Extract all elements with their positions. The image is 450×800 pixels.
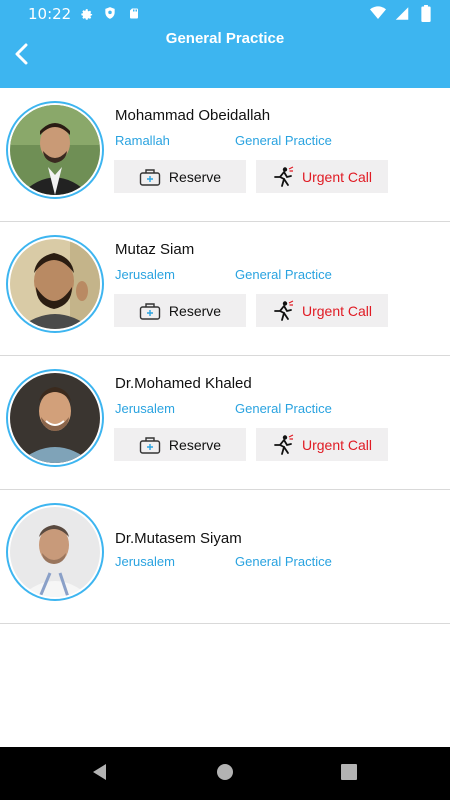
doctor-city: Jerusalem bbox=[115, 267, 175, 282]
reserve-button[interactable]: Reserve bbox=[114, 428, 246, 461]
avatar bbox=[6, 369, 104, 467]
urgent-call-label: Urgent Call bbox=[301, 168, 373, 185]
urgent-call-label: Urgent Call bbox=[301, 302, 373, 319]
doctor-name: Mohammad Obeidallah bbox=[115, 107, 271, 124]
system-nav-bar bbox=[0, 747, 450, 800]
reserve-button[interactable]: Reserve bbox=[114, 294, 246, 327]
doctor-name: Dr.Mohamed Khaled bbox=[115, 375, 252, 392]
doctor-list: Mohammad Obeidallah Ramallah General Pra… bbox=[0, 88, 450, 624]
doctor-specialty: General Practice bbox=[235, 401, 332, 416]
nav-back-button[interactable] bbox=[86, 761, 112, 787]
status-icons-left bbox=[78, 4, 142, 22]
doctor-photo bbox=[10, 105, 100, 195]
urgent-call-button[interactable]: Urgent Call bbox=[256, 428, 388, 461]
nav-recents-button[interactable] bbox=[336, 761, 362, 787]
status-time: 10:22 bbox=[28, 5, 72, 23]
avatar bbox=[6, 101, 104, 199]
shield-icon bbox=[102, 4, 118, 22]
doctor-city: Jerusalem bbox=[115, 554, 175, 569]
urgent-call-button[interactable]: Urgent Call bbox=[256, 160, 388, 193]
running-person-icon bbox=[272, 165, 294, 188]
doctor-photo bbox=[10, 239, 100, 329]
doctor-name: Mutaz Siam bbox=[115, 241, 195, 258]
gear-icon bbox=[78, 4, 94, 22]
doctor-specialty: General Practice bbox=[235, 133, 332, 148]
list-item[interactable]: Mohammad Obeidallah Ramallah General Pra… bbox=[0, 88, 450, 222]
list-item[interactable]: Mutaz Siam Jerusalem General Practice Re… bbox=[0, 222, 450, 356]
running-person-icon bbox=[272, 299, 294, 322]
signal-icon bbox=[394, 4, 410, 22]
doctor-city: Ramallah bbox=[115, 133, 170, 148]
status-bar: 10:22 bbox=[0, 0, 450, 28]
app-screen: 10:22 General Practice Mohammad Obeidall… bbox=[0, 0, 450, 800]
app-header: 10:22 General Practice bbox=[0, 0, 450, 88]
avatar bbox=[6, 235, 104, 333]
doctor-city: Jerusalem bbox=[115, 401, 175, 416]
urgent-call-button[interactable]: Urgent Call bbox=[256, 294, 388, 327]
doctor-specialty: General Practice bbox=[235, 554, 332, 569]
medical-bag-icon bbox=[139, 300, 161, 322]
doctor-specialty: General Practice bbox=[235, 267, 332, 282]
reserve-label: Reserve bbox=[168, 302, 222, 319]
doctor-photo bbox=[10, 507, 100, 597]
reserve-button[interactable]: Reserve bbox=[114, 160, 246, 193]
sd-card-icon bbox=[126, 4, 142, 22]
reserve-label: Reserve bbox=[168, 168, 222, 185]
urgent-call-label: Urgent Call bbox=[301, 436, 373, 453]
wifi-icon bbox=[370, 4, 386, 22]
medical-bag-icon bbox=[139, 166, 161, 188]
reserve-label: Reserve bbox=[168, 436, 222, 453]
doctor-name: Dr.Mutasem Siyam bbox=[115, 530, 242, 547]
doctor-photo bbox=[10, 373, 100, 463]
status-icons-right bbox=[370, 4, 434, 22]
home-circle-icon bbox=[216, 763, 234, 786]
running-person-icon bbox=[272, 433, 294, 456]
avatar bbox=[6, 503, 104, 601]
recents-square-icon bbox=[341, 763, 357, 785]
battery-icon bbox=[418, 4, 434, 22]
list-item[interactable]: Dr.Mutasem Siyam Jerusalem General Pract… bbox=[0, 490, 450, 624]
nav-home-button[interactable] bbox=[212, 761, 238, 787]
medical-bag-icon bbox=[139, 434, 161, 456]
list-item[interactable]: Dr.Mohamed Khaled Jerusalem General Prac… bbox=[0, 356, 450, 490]
back-triangle-icon bbox=[91, 763, 107, 786]
page-title: General Practice bbox=[165, 30, 285, 47]
